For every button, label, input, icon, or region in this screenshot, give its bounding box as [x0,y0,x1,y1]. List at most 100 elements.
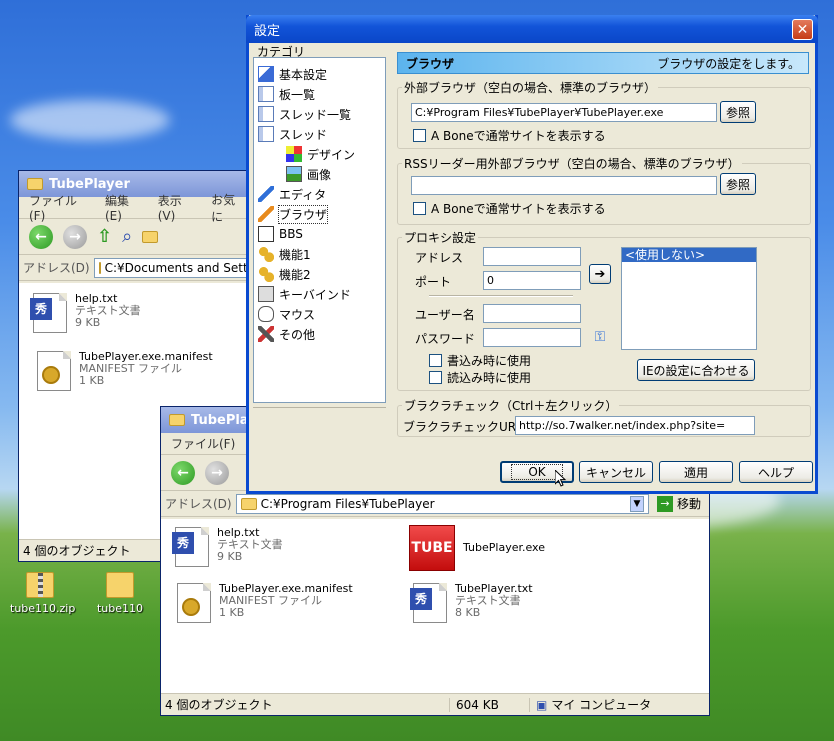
desktop-icon-tube110[interactable]: tube110 [90,572,150,615]
add-to-list-button[interactable]: ➔ [589,264,611,284]
rss-browser-abone-checkbox[interactable]: A Boneで通常サイトを表示する [413,200,606,217]
address-label: アドレス(D) [23,261,90,275]
panel-title: ブラウザ [406,56,455,71]
tree-item[interactable]: エディタ [258,184,385,204]
ie-settings-button[interactable]: IEの設定に合わせる [637,359,755,381]
menu-view[interactable]: 表示(V) [158,192,199,223]
tree-item[interactable]: 画像 [258,164,385,184]
go-button[interactable]: → 移動 [653,495,705,512]
close-icon[interactable]: ✕ [792,19,813,40]
proxy-password-label: パスワード [415,332,476,346]
desktop-icon-tube110-zip[interactable]: tube110.zip [10,572,75,615]
key-icon [258,286,274,302]
proxy-list[interactable]: <使用しない> [621,247,757,350]
gears-icon [258,246,274,262]
folder-icon [27,178,43,190]
file-item[interactable]: TUBE TubePlayer.exe [409,525,545,571]
board-icon [258,226,274,242]
proxy-list-item-selected[interactable]: <使用しない> [622,248,756,262]
search-icon[interactable]: ⌕ [122,226,132,247]
folder-icon [106,572,134,598]
cancel-button[interactable]: キャンセル [579,461,653,483]
go-arrow-icon: → [656,495,673,512]
proxy-read-checkbox[interactable]: 読込み時に使用 [429,369,531,386]
menu-edit[interactable]: 編集(E) [105,192,146,223]
up-folder-icon[interactable]: ⇧ [97,226,112,247]
file-item[interactable]: 秀 help.txt テキスト文書 9 KB [30,293,141,333]
help-button[interactable]: ヘルプ [739,461,813,483]
tree-item[interactable]: BBS [258,224,385,244]
file-item[interactable]: 秀 TubePlayer.txt テキスト文書 8 KB [410,583,533,623]
checkbox-box[interactable] [429,371,442,384]
menu-bar: ファイル(F) 編集(E) 表示(V) お気に [19,193,257,224]
tree-item[interactable]: 板一覧 [258,84,385,104]
gears-icon [258,266,274,282]
category-tree[interactable]: 基本設定 板一覧 スレッド一覧 スレッド デザイン 画像 エディタ ブラウザ BBS 機能1 機能2… [253,57,386,403]
proxy-write-checkbox[interactable]: 書込み時に使用 [429,352,531,369]
mouse-icon [258,306,274,322]
forward-arrow-icon[interactable]: → [205,460,229,485]
tree-item[interactable]: デザイン [258,144,385,164]
keyring-button[interactable]: ⚿ [589,327,611,347]
rss-browser-browse-button[interactable]: 参照 [720,173,756,195]
divider [253,407,386,408]
cloud [10,100,170,140]
menu-favorites[interactable]: お気に [211,191,247,225]
tree-item[interactable]: その他 [258,324,385,344]
text-doc-icon: 秀 [30,293,67,333]
window-icon [258,106,274,122]
address-input[interactable]: C:¥Program Files¥TubePlayer ▼ [235,493,649,514]
browser-check-url-input[interactable]: http://so.7walker.net/index.php?site= [515,416,755,435]
text-doc-icon: 秀 [410,583,447,623]
tree-item[interactable]: スレッド [258,124,385,144]
tools-icon [258,326,274,342]
tree-item[interactable]: 機能2 [258,264,385,284]
folders-icon[interactable] [142,230,159,243]
address-label: アドレス(D) [165,497,232,511]
manifest-icon [177,583,211,623]
menu-file[interactable]: ファイル(F) [171,435,235,452]
external-browser-browse-button[interactable]: 参照 [720,101,756,123]
file-item[interactable]: 秀 help.txt テキスト文書 9 KB [172,527,283,567]
forward-arrow-icon[interactable]: → [63,224,87,249]
back-arrow-icon[interactable]: ← [171,460,195,485]
proxy-address-input[interactable] [483,247,581,266]
window-icon [258,126,274,142]
file-list[interactable]: 秀 help.txt テキスト文書 9 KB TUBE TubePlayer.exe… [161,519,709,693]
zip-folder-icon [26,572,54,598]
proxy-password-input[interactable] [483,328,581,347]
apply-button[interactable]: 適用 [659,461,733,483]
panel-description: ブラウザの設定をします。 [657,56,800,71]
pen-icon [258,206,274,222]
external-browser-abone-checkbox[interactable]: A Boneで通常サイトを表示する [413,127,606,144]
tree-item[interactable]: マウス [258,304,385,324]
file-item[interactable]: TubePlayer.exe.manifest MANIFEST ファイル 1 KB [37,351,213,391]
pencil-icon [258,186,274,202]
status-bar: 4 個のオブジェクト 604 KB ▣ マイ コンピュータ [161,693,709,715]
address-bar: アドレス(D) C:¥Documents and Settin [19,255,257,281]
dialog-title-bar[interactable]: 設定 [246,15,818,43]
tree-item[interactable]: スレッド一覧 [258,104,385,124]
proxy-username-input[interactable] [483,304,581,323]
checkbox-box[interactable] [429,354,442,367]
file-item[interactable]: TubePlayer.exe.manifest MANIFEST ファイル 1 KB [177,583,353,623]
chevron-down-icon[interactable]: ▼ [629,495,644,512]
proxy-port-input[interactable]: 0 [483,271,581,290]
text-doc-icon: 秀 [172,527,209,567]
tree-item[interactable]: 機能1 [258,244,385,264]
manifest-icon [37,351,71,391]
arrow-right-icon: ➔ [594,266,606,282]
back-arrow-icon[interactable]: ← [29,224,53,249]
proxy-username-label: ユーザー名 [415,308,475,322]
rss-browser-path-input[interactable] [411,176,717,195]
menu-file[interactable]: ファイル(F) [29,192,93,223]
tree-item[interactable]: キーバインド [258,284,385,304]
settings-dialog[interactable]: 設定 ✕ カテゴリ 基本設定 板一覧 スレッド一覧 スレッド デザイン 画像 エディタ ブラウ… [246,15,818,494]
address-input[interactable]: C:¥Documents and Settin [93,257,253,278]
checkbox-box[interactable] [413,129,426,142]
external-browser-path-input[interactable]: C:¥Program Files¥TubePlayer¥TubePlayer.e… [411,103,717,122]
divider [429,295,573,297]
tree-item[interactable]: 基本設定 [258,64,385,84]
checkbox-box[interactable] [413,202,426,215]
tree-item[interactable]: ブラウザ [258,204,385,224]
